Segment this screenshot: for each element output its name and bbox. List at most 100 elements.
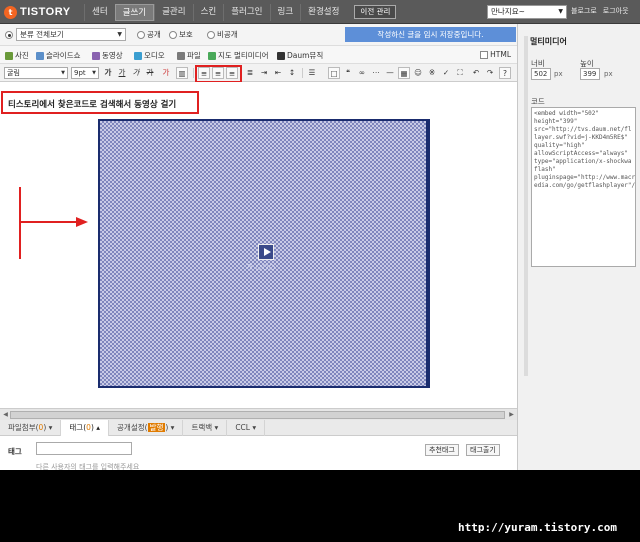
visibility-private-radio[interactable] [207, 31, 215, 39]
media-placeholder-label: 가 ○○○ [246, 263, 276, 271]
quote-icon[interactable]: ❝ [342, 67, 354, 79]
chevron-down-icon: ▼ [558, 8, 563, 15]
more-icon[interactable]: ⋯ [370, 67, 382, 79]
tab-trackback-label: 트랙백 [191, 423, 213, 432]
insert-music-button[interactable]: Daum뮤직 [277, 50, 323, 61]
watermark-url: http://yuram.tistory.com [458, 521, 617, 534]
tab-trackback[interactable]: 트랙백 ▾ [183, 420, 228, 436]
visibility-protected-radio[interactable] [169, 31, 177, 39]
table-icon[interactable]: ▦ [398, 67, 410, 79]
link-logout[interactable]: 로그아웃 [603, 6, 629, 16]
tab-publish-settings[interactable]: 공개설정(발행) ▾ [109, 420, 184, 436]
old-admin-button[interactable]: 이전 관리 [354, 5, 397, 19]
width-unit: px [554, 70, 563, 78]
visibility-public-radio[interactable] [137, 31, 145, 39]
insert-file-button[interactable]: 파일 [177, 50, 201, 61]
tag-input[interactable] [36, 442, 132, 455]
italic-button[interactable]: 가 [130, 67, 142, 79]
font-family-select[interactable]: 굴림 ▼ [4, 67, 68, 79]
emoticon-icon[interactable]: ☺ [412, 67, 424, 79]
tab-tags[interactable]: 태그(0) ▴ [61, 420, 110, 436]
format-toolbar: 굴림 ▼ 9pt ▼ 가 가 가 가 가 ▥ ≡ ≡ ≡ ≣ ⇥ ⇤ ↕ ☰ □ ❝… [0, 64, 517, 83]
insert-photo-button[interactable]: 사진 [5, 50, 29, 61]
horizontal-scrollbar[interactable]: ◀ ▶ [0, 408, 517, 420]
spellcheck-icon[interactable]: ✓ [440, 67, 452, 79]
play-icon [258, 244, 274, 260]
embed-code-textarea[interactable]: <embed width="502" height="399" src="htt… [531, 107, 636, 267]
category-select-value: 분류 전체보기 [20, 30, 64, 39]
main-nav: 센터 글쓰기 글관리 스킨 플러그인 링크 환경설정 이전 관리 [84, 3, 397, 21]
html-label: HTML [490, 50, 511, 59]
chevron-down-icon: ▼ [61, 70, 65, 76]
scrollbar-thumb[interactable] [10, 411, 505, 419]
nav-item-write[interactable]: 글쓰기 [114, 3, 155, 21]
insert-audio-button[interactable]: 오디오 [134, 50, 165, 61]
embedded-video-placeholder[interactable]: 가 ○○○ [98, 119, 428, 388]
html-mode-toggle[interactable]: HTML [480, 50, 511, 59]
insert-multimedia-button[interactable]: 멀티미디어 [234, 50, 269, 61]
category-select[interactable]: 분류 전체보기 ▼ [16, 28, 126, 41]
font-size-value: 9pt [74, 69, 86, 77]
align-justify-icon[interactable]: ≣ [244, 67, 256, 79]
width-input[interactable]: 502 [531, 68, 551, 80]
code-label: 코드 [531, 97, 545, 106]
indent-icon[interactable]: ⇥ [258, 67, 270, 79]
blog-select-value: 만나지요~ [491, 7, 525, 16]
scroll-left-icon[interactable]: ◀ [1, 410, 10, 419]
fullscreen-icon[interactable]: ⛶ [454, 67, 466, 79]
sidebar-scrollbar[interactable] [524, 36, 528, 376]
music-icon [277, 51, 285, 60]
tistory-logo[interactable]: t TISTORY [4, 4, 71, 20]
insert-video-label: 동영상 [102, 51, 123, 60]
link-icon[interactable]: ∞ [356, 67, 368, 79]
nav-item-link[interactable]: 링크 [269, 3, 301, 21]
font-size-select[interactable]: 9pt ▼ [71, 67, 99, 79]
slideshow-icon [36, 51, 44, 60]
html-checkbox[interactable] [480, 50, 489, 59]
height-input[interactable]: 399 [580, 68, 600, 80]
box-style-icon[interactable]: □ [328, 67, 340, 79]
nav-item-plugin[interactable]: 플러그인 [223, 3, 269, 21]
tab-publish-label: 공개설정 [117, 423, 145, 432]
special-char-icon[interactable]: ※ [426, 67, 438, 79]
insert-file-label: 파일 [187, 51, 201, 60]
font-family-value: 굴림 [7, 69, 20, 77]
insert-photo-label: 사진 [15, 51, 29, 60]
hide-tags-button[interactable]: 태그출기 [466, 444, 500, 456]
tab-attachments-count: 0 [38, 423, 44, 432]
underline-button[interactable]: 가 [116, 67, 128, 79]
tab-attachments[interactable]: 파일첨부(0) ▾ [0, 420, 62, 436]
help-icon[interactable]: ? [499, 67, 511, 79]
outdent-icon[interactable]: ⇤ [272, 67, 284, 79]
insert-slideshow-button[interactable]: 슬라이드쇼 [36, 50, 81, 61]
chevron-down-icon: ▼ [92, 70, 96, 76]
nav-item-manage[interactable]: 글관리 [154, 3, 192, 21]
insert-video-button[interactable]: 동영상 [92, 50, 123, 61]
list-icon[interactable]: ☰ [306, 67, 318, 79]
link-go-blog[interactable]: 블로그로 [571, 6, 597, 16]
tab-tags-count: 0 [86, 423, 91, 432]
highlight-color-icon[interactable]: ▥ [176, 67, 188, 79]
separator-line-icon[interactable]: — [384, 67, 396, 79]
scroll-right-icon[interactable]: ▶ [507, 410, 516, 419]
blog-select[interactable]: 만나지요~ ▼ [487, 5, 567, 19]
nav-item-settings[interactable]: 환경설정 [300, 3, 346, 21]
line-height-icon[interactable]: ↕ [286, 67, 298, 79]
tab-ccl[interactable]: CCL ▾ [227, 420, 266, 436]
category-radio[interactable] [5, 31, 13, 39]
height-unit: px [604, 70, 613, 78]
bold-button[interactable]: 가 [102, 67, 114, 79]
file-icon [177, 51, 185, 60]
insert-map-button[interactable]: 지도 [208, 50, 232, 61]
nav-item-center[interactable]: 센터 [84, 3, 115, 21]
annotation-arrow-bar [19, 187, 21, 259]
visibility-private-label: 비공개 [217, 30, 238, 39]
redo-icon[interactable]: ↷ [484, 67, 496, 79]
nav-item-skin[interactable]: 스킨 [192, 3, 224, 21]
font-color-button[interactable]: 가 [160, 67, 172, 79]
recommend-tags-button[interactable]: 추천태그 [425, 444, 459, 456]
undo-icon[interactable]: ↶ [470, 67, 482, 79]
tab-publish-status: 발행 [147, 423, 166, 432]
post-body-editor[interactable]: 티스토리에서 찾은코드로 검색해서 동영상 걸기 가 ○○○ [0, 82, 517, 422]
strikethrough-button[interactable]: 가 [144, 67, 156, 79]
